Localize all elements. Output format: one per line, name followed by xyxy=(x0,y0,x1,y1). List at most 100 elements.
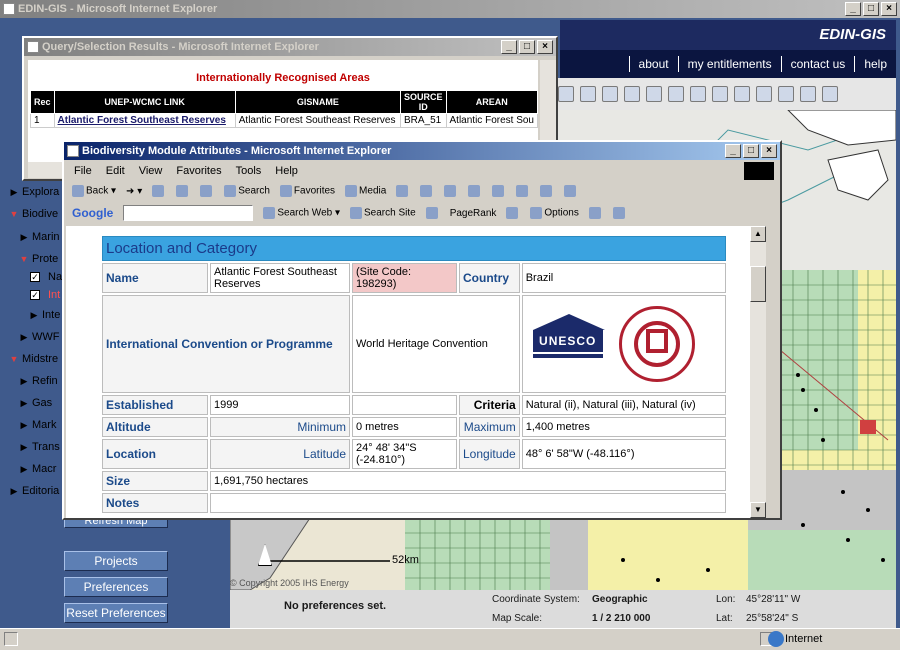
chevron-down-icon[interactable]: ▼ xyxy=(8,350,20,368)
maximize-button[interactable]: □ xyxy=(863,2,879,16)
menu-help[interactable]: Help xyxy=(275,162,298,180)
news-icon[interactable] xyxy=(425,207,438,219)
nav-my-entitlements[interactable]: my entitlements xyxy=(677,56,781,72)
edit-icon[interactable] xyxy=(468,185,481,197)
unep-link[interactable]: Atlantic Forest Southeast Reserves xyxy=(53,113,236,128)
menu-favorites[interactable]: Favorites xyxy=(176,162,221,180)
search-web-button[interactable]: Search Web ▾ xyxy=(263,207,340,219)
sidebar-item[interactable]: ▶ Gas xyxy=(18,394,53,412)
emblem-square xyxy=(645,329,668,353)
refresh-icon[interactable] xyxy=(176,185,189,197)
sidebar-item[interactable]: ▼ Prote xyxy=(18,250,59,268)
menu-edit[interactable]: Edit xyxy=(106,162,125,180)
print-icon[interactable] xyxy=(778,86,794,102)
sidebar-item[interactable]: ▶ Trans xyxy=(18,438,60,456)
folder-icon[interactable] xyxy=(588,207,601,219)
chevron-down-icon[interactable]: ▼ xyxy=(8,205,20,223)
chevron-right-icon[interactable]: ▶ xyxy=(18,416,30,434)
query-icon[interactable] xyxy=(646,86,662,102)
sidebar-item[interactable]: ▶ Inte xyxy=(28,306,61,324)
forward-icon[interactable]: ➜ ▾ xyxy=(126,186,142,197)
chevron-right-icon[interactable]: ▶ xyxy=(18,228,30,246)
sidebar-item[interactable]: ▼ Biodive xyxy=(8,205,59,223)
menu-tools[interactable]: Tools xyxy=(236,162,262,180)
sidebar-item[interactable]: ✓ Na xyxy=(30,268,62,286)
search-button[interactable]: Search xyxy=(224,185,270,197)
word-icon[interactable] xyxy=(492,185,505,197)
checkbox-icon[interactable]: ✓ xyxy=(30,272,40,283)
google-search-input[interactable] xyxy=(123,205,254,221)
options-button[interactable]: Options xyxy=(530,207,579,219)
preferences-button[interactable]: Preferences xyxy=(64,577,168,597)
maximize-button[interactable]: □ xyxy=(519,40,535,54)
minimize-button[interactable]: _ xyxy=(725,144,741,158)
chevron-right-icon[interactable]: ▶ xyxy=(8,482,20,500)
stop-icon[interactable] xyxy=(152,185,165,197)
nav-contact-us[interactable]: contact us xyxy=(780,56,855,72)
scroll-down-icon[interactable]: ▼ xyxy=(750,502,766,518)
chevron-right-icon[interactable]: ▶ xyxy=(18,438,30,456)
scroll-thumb[interactable] xyxy=(750,266,766,302)
google-logo[interactable]: Google xyxy=(72,206,113,220)
close-button[interactable]: × xyxy=(881,2,897,16)
chevron-right-icon[interactable]: ▶ xyxy=(18,328,30,346)
chevron-down-icon[interactable]: ▼ xyxy=(18,250,30,268)
menu-view[interactable]: View xyxy=(139,162,163,180)
minimize-button[interactable]: _ xyxy=(845,2,861,16)
print-icon[interactable] xyxy=(444,185,457,197)
minimize-button[interactable]: _ xyxy=(501,40,517,54)
media-button[interactable]: Media xyxy=(345,185,386,197)
nav-help[interactable]: help xyxy=(854,56,896,72)
globe-icon[interactable] xyxy=(800,86,816,102)
query-titlebar[interactable]: Query/Selection Results - Microsoft Inte… xyxy=(24,38,556,56)
grid-icon[interactable] xyxy=(668,86,684,102)
sidebar-item[interactable]: ▶ WWF xyxy=(18,328,60,346)
close-button[interactable]: × xyxy=(761,144,777,158)
back-button[interactable]: Back ▾ xyxy=(72,185,116,197)
bio-vscrollbar[interactable]: ▲ ▼ xyxy=(750,226,766,518)
scroll-up-icon[interactable]: ▲ xyxy=(750,226,766,242)
export-icon[interactable] xyxy=(712,86,728,102)
chevron-right-icon[interactable]: ▶ xyxy=(18,460,30,478)
nav-about[interactable]: about xyxy=(628,56,678,72)
research-icon[interactable] xyxy=(540,185,553,197)
select-icon[interactable] xyxy=(690,86,706,102)
layer-up-icon[interactable] xyxy=(602,86,618,102)
info-icon[interactable] xyxy=(506,207,519,219)
sidebar-item[interactable]: ▶ Refin xyxy=(18,372,58,390)
reset-preferences-button[interactable]: Reset Preferences xyxy=(64,603,168,623)
chevron-right-icon[interactable]: ▶ xyxy=(18,394,30,412)
close-button[interactable]: × xyxy=(537,40,553,54)
menu-file[interactable]: File xyxy=(74,162,92,180)
sidebar-item[interactable]: ▶ Macr xyxy=(18,460,57,478)
discuss-icon[interactable] xyxy=(516,185,529,197)
forward-icon[interactable] xyxy=(734,86,750,102)
messenger-icon[interactable] xyxy=(564,185,577,197)
search-site-button[interactable]: Search Site xyxy=(350,207,416,219)
maximize-button[interactable]: □ xyxy=(743,144,759,158)
sidebar-item[interactable]: ✓ Int xyxy=(30,286,60,304)
history-icon[interactable] xyxy=(396,185,409,197)
favorites-button[interactable]: Favorites xyxy=(279,185,335,197)
list-icon[interactable] xyxy=(624,86,640,102)
exit-icon[interactable] xyxy=(822,86,838,102)
main-titlebar[interactable]: EDIN-GIS - Microsoft Internet Explorer _… xyxy=(0,0,900,18)
pagerank-button[interactable]: PageRank xyxy=(450,208,497,219)
eraser-icon[interactable] xyxy=(580,86,596,102)
sidebar-item[interactable]: ▶ Mark xyxy=(18,416,57,434)
bio-titlebar[interactable]: Biodiversity Module Attributes - Microso… xyxy=(64,142,780,160)
chevron-right-icon[interactable]: ▶ xyxy=(28,306,40,324)
measure-icon[interactable] xyxy=(756,86,772,102)
sidebar-item[interactable]: ▶ Editoria xyxy=(8,482,60,500)
mail-icon[interactable] xyxy=(420,185,433,197)
sidebar-item[interactable]: ▶ Explora xyxy=(8,183,60,201)
sidebar-item[interactable]: ▶ Marin xyxy=(18,228,60,246)
sidebar-item[interactable]: ▼ Midstre xyxy=(8,350,59,368)
pen-icon[interactable] xyxy=(612,207,625,219)
checkbox-icon[interactable]: ✓ xyxy=(30,290,40,301)
chevron-right-icon[interactable]: ▶ xyxy=(18,372,30,390)
chevron-right-icon[interactable]: ▶ xyxy=(8,183,20,201)
zoom-in-icon[interactable] xyxy=(558,86,574,102)
projects-button[interactable]: Projects xyxy=(64,551,168,571)
home-icon[interactable] xyxy=(200,185,213,197)
